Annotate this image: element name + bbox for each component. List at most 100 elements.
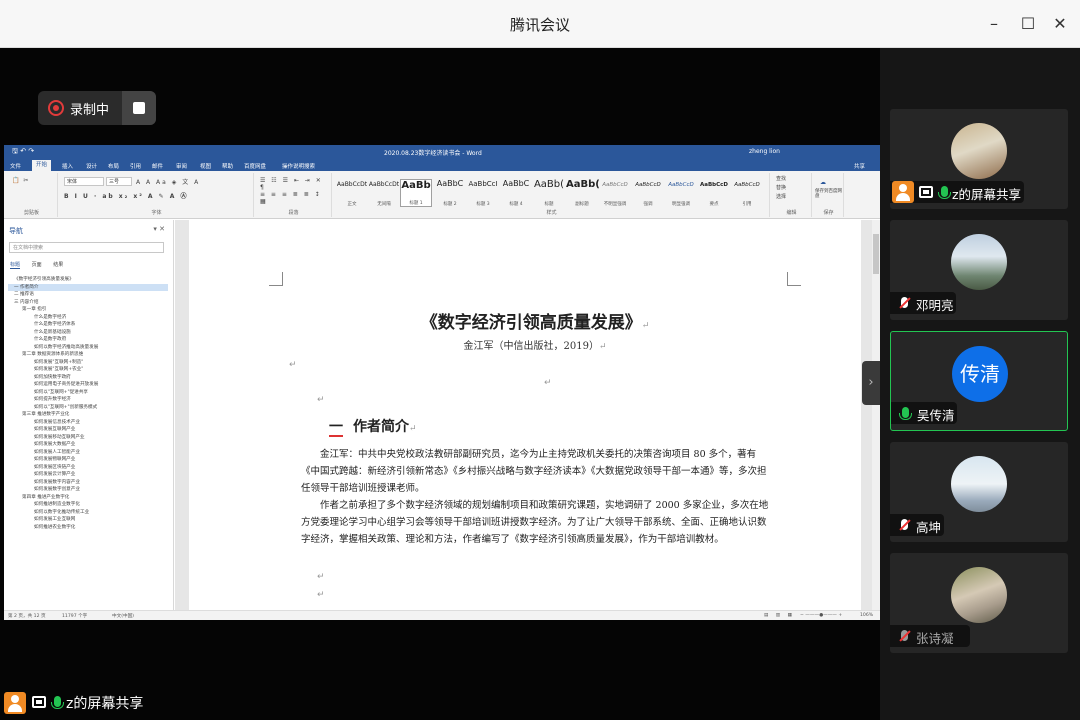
paste-icon[interactable]: 📋 ✂ bbox=[12, 177, 29, 185]
nav-heading-item[interactable]: 一 作者简介 bbox=[8, 283, 168, 291]
zoom-slider[interactable]: − ———●——— + bbox=[800, 613, 842, 618]
nav-heading-item[interactable]: 如何推进农业数字化 bbox=[8, 524, 168, 532]
nav-heading-item[interactable]: 《数字经济引领高质量发展》 bbox=[8, 276, 168, 284]
word-tab[interactable]: 帮助 bbox=[222, 162, 233, 170]
style-heading-2[interactable]: AaBbC 标题 2 bbox=[434, 179, 466, 207]
participant-tile[interactable]: 高坤 bbox=[890, 442, 1068, 542]
nav-search-input[interactable]: 在文档中搜索 bbox=[9, 242, 164, 253]
nav-heading-item[interactable]: 如何运用电子商务促进开放发展 bbox=[8, 381, 168, 389]
nav-heading-item[interactable]: 如何推进制造业数字化 bbox=[8, 501, 168, 509]
align-icons[interactable]: ≡ ≡ ≡ ≣ ≣ ↕ ▦ bbox=[260, 191, 331, 205]
nav-heading-item[interactable]: 如何提升数字经济 bbox=[8, 396, 168, 404]
participant-tile-active[interactable]: 传清 吴传清 bbox=[890, 331, 1068, 431]
select-button[interactable]: 选择 bbox=[776, 193, 786, 201]
replace-button[interactable]: 替换 bbox=[776, 184, 786, 192]
word-tab-active[interactable]: 开始 bbox=[32, 160, 52, 171]
word-tab[interactable]: 邮件 bbox=[152, 162, 163, 170]
nav-heading-item[interactable]: 如何以"互联网+"促进共享 bbox=[8, 389, 168, 397]
nav-heading-item[interactable]: 第一章 指引 bbox=[8, 306, 168, 314]
nav-close-icon[interactable]: ▾ ✕ bbox=[153, 225, 165, 233]
style-emphasis[interactable]: AaBbCcD 强调 bbox=[632, 179, 664, 207]
nav-heading-item[interactable]: 二 推荐语 bbox=[8, 291, 168, 299]
nav-tab-headings[interactable]: 标题 bbox=[10, 262, 21, 269]
close-icon[interactable]: ✕ bbox=[1048, 12, 1072, 36]
minimize-icon[interactable]: – bbox=[982, 12, 1006, 36]
save-to-cloud-button[interactable]: 保存到百度网盘 bbox=[815, 189, 843, 199]
style-subtitle[interactable]: AaBb(副标题 bbox=[566, 179, 600, 207]
app-title: 腾讯会议 bbox=[509, 16, 570, 34]
save-group: ☁ 保存到百度网盘 保存 bbox=[814, 173, 844, 217]
font-name-select[interactable]: 宋体 bbox=[64, 177, 104, 186]
nav-heading-item[interactable]: 如何发展互联网产业 bbox=[8, 426, 168, 434]
nav-heading-item[interactable]: 如何发展人工智能产业 bbox=[8, 449, 168, 457]
nav-heading-item[interactable]: 什么是数字经济体系 bbox=[8, 321, 168, 329]
avatar-photo-icon bbox=[951, 234, 1007, 290]
style-sample: AaBb( bbox=[566, 179, 600, 190]
participant-nametag: 高坤 bbox=[890, 514, 944, 536]
nav-heading-item[interactable]: 如何发展云计算产业 bbox=[8, 471, 168, 479]
nav-heading-item[interactable]: 如何发展工业互联网 bbox=[8, 516, 168, 524]
nav-heading-item[interactable]: 第四章 推进产业数字化 bbox=[8, 494, 168, 502]
participant-nametag: 张诗凝 bbox=[890, 625, 970, 647]
nav-heading-item[interactable]: 如何发展"互联网+农业" bbox=[8, 366, 168, 374]
word-tab[interactable]: 文件 bbox=[10, 162, 21, 170]
nav-heading-item[interactable]: 如何发展数字内容产业 bbox=[8, 479, 168, 487]
word-tell-me[interactable]: 操作说明搜索 bbox=[282, 162, 315, 170]
word-tab[interactable]: 设计 bbox=[86, 162, 97, 170]
nav-heading-item[interactable]: 如何发展区块链产业 bbox=[8, 464, 168, 472]
list-icons[interactable]: ☰ ☷ ☰ ⇤ ⇥ ✕ ¶ bbox=[260, 177, 331, 191]
word-tab[interactable]: 视图 bbox=[200, 162, 211, 170]
nav-heading-item[interactable]: 如何发展数字创意产业 bbox=[8, 486, 168, 494]
word-tab[interactable]: 百度网盘 bbox=[244, 162, 266, 170]
style-title[interactable]: AaBb(标题 bbox=[533, 179, 565, 207]
cloud-save-icon[interactable]: ☁ bbox=[820, 179, 826, 187]
style-subtle-emphasis[interactable]: AaBbCcD 不明显强调 bbox=[599, 179, 631, 207]
word-tab[interactable]: 插入 bbox=[62, 162, 73, 170]
participant-tile[interactable]: 张诗凝 bbox=[890, 553, 1068, 653]
nav-heading-item[interactable]: 三 内容介绍 bbox=[8, 299, 168, 307]
nav-heading-item[interactable]: 如何发展"互联网+制造" bbox=[8, 359, 168, 367]
nav-tab-results[interactable]: 结果 bbox=[53, 262, 63, 268]
style-heading-3[interactable]: AaBbCcI 标题 3 bbox=[467, 179, 499, 207]
style-quote[interactable]: AaBbCcD 引用 bbox=[731, 179, 763, 207]
style-heading-4[interactable]: AaBbC 标题 4 bbox=[500, 179, 532, 207]
word-share[interactable]: 共享 bbox=[854, 162, 865, 170]
style-strong[interactable]: AaBbCcD 要点 bbox=[698, 179, 730, 207]
style-no-spacing[interactable]: AaBbCcDt 无间隔 bbox=[368, 179, 400, 207]
nav-heading-item[interactable]: 什么是数字政府 bbox=[8, 336, 168, 344]
nav-heading-item[interactable]: 如何发展大数据产业 bbox=[8, 441, 168, 449]
word-tab[interactable]: 布局 bbox=[108, 162, 119, 170]
nav-heading-item[interactable]: 第三章 推进数字产业化 bbox=[8, 411, 168, 419]
stop-recording-button[interactable] bbox=[122, 91, 156, 125]
scrollbar-thumb[interactable] bbox=[873, 234, 879, 274]
quick-access-icons[interactable]: 🖫 ↶ ↷ bbox=[12, 147, 34, 158]
vertical-scrollbar[interactable] bbox=[872, 220, 880, 610]
nav-tab-pages[interactable]: 页面 bbox=[32, 262, 42, 268]
nav-heading-item[interactable]: 如何加快数字政府 bbox=[8, 374, 168, 382]
style-normal[interactable]: AaBbCcDt 正文 bbox=[336, 179, 368, 207]
word-tab[interactable]: 审阅 bbox=[176, 162, 187, 170]
participant-tile[interactable]: z的屏幕共享 bbox=[890, 109, 1068, 209]
maximize-icon[interactable]: ☐ bbox=[1016, 12, 1040, 36]
style-heading-1[interactable]: AaBb 标题 1 bbox=[400, 179, 432, 207]
nav-heading-item[interactable]: 如何以"互联网+"创新服务模式 bbox=[8, 404, 168, 412]
view-mode-icons[interactable]: ▤ ▥ ▦ bbox=[764, 613, 795, 618]
collapse-panel-button[interactable]: › bbox=[862, 361, 880, 405]
nav-heading-item[interactable]: 如何以数字化推动传统工业 bbox=[8, 509, 168, 517]
font-style-icons[interactable]: B I U · ab x₂ x² A ✎ A Ⓐ bbox=[64, 191, 189, 200]
font-size-select[interactable]: 三号 bbox=[106, 177, 132, 186]
find-button[interactable]: 查找 bbox=[776, 175, 786, 183]
document-page: 《数字经济引领高质量发展》↵ 金江军（中信出版社，2019）↵ ↵ ↵ ↵ 一作… bbox=[189, 220, 861, 610]
style-sample: AaBbCcD bbox=[734, 182, 760, 188]
font-format-icons[interactable]: A A Aa ◈ 文 A bbox=[136, 177, 200, 186]
word-tab[interactable]: 引用 bbox=[130, 162, 141, 170]
nav-heading-item[interactable]: 第二章 数据资源体系的新思维 bbox=[8, 351, 168, 359]
style-intense-emphasis[interactable]: AaBbCcD 明显强调 bbox=[665, 179, 697, 207]
nav-heading-item[interactable]: 如何发展信息技术产业 bbox=[8, 419, 168, 427]
nav-heading-item[interactable]: 什么是新基础设施 bbox=[8, 329, 168, 337]
nav-heading-item[interactable]: 如何以数字经济推动高质量发展 bbox=[8, 344, 168, 352]
nav-heading-item[interactable]: 如何发展移动互联网产业 bbox=[8, 434, 168, 442]
nav-heading-item[interactable]: 如何发展物联网产业 bbox=[8, 456, 168, 464]
participant-tile[interactable]: 邓明亮 bbox=[890, 220, 1068, 320]
nav-heading-item[interactable]: 什么是数字经济 bbox=[8, 314, 168, 322]
